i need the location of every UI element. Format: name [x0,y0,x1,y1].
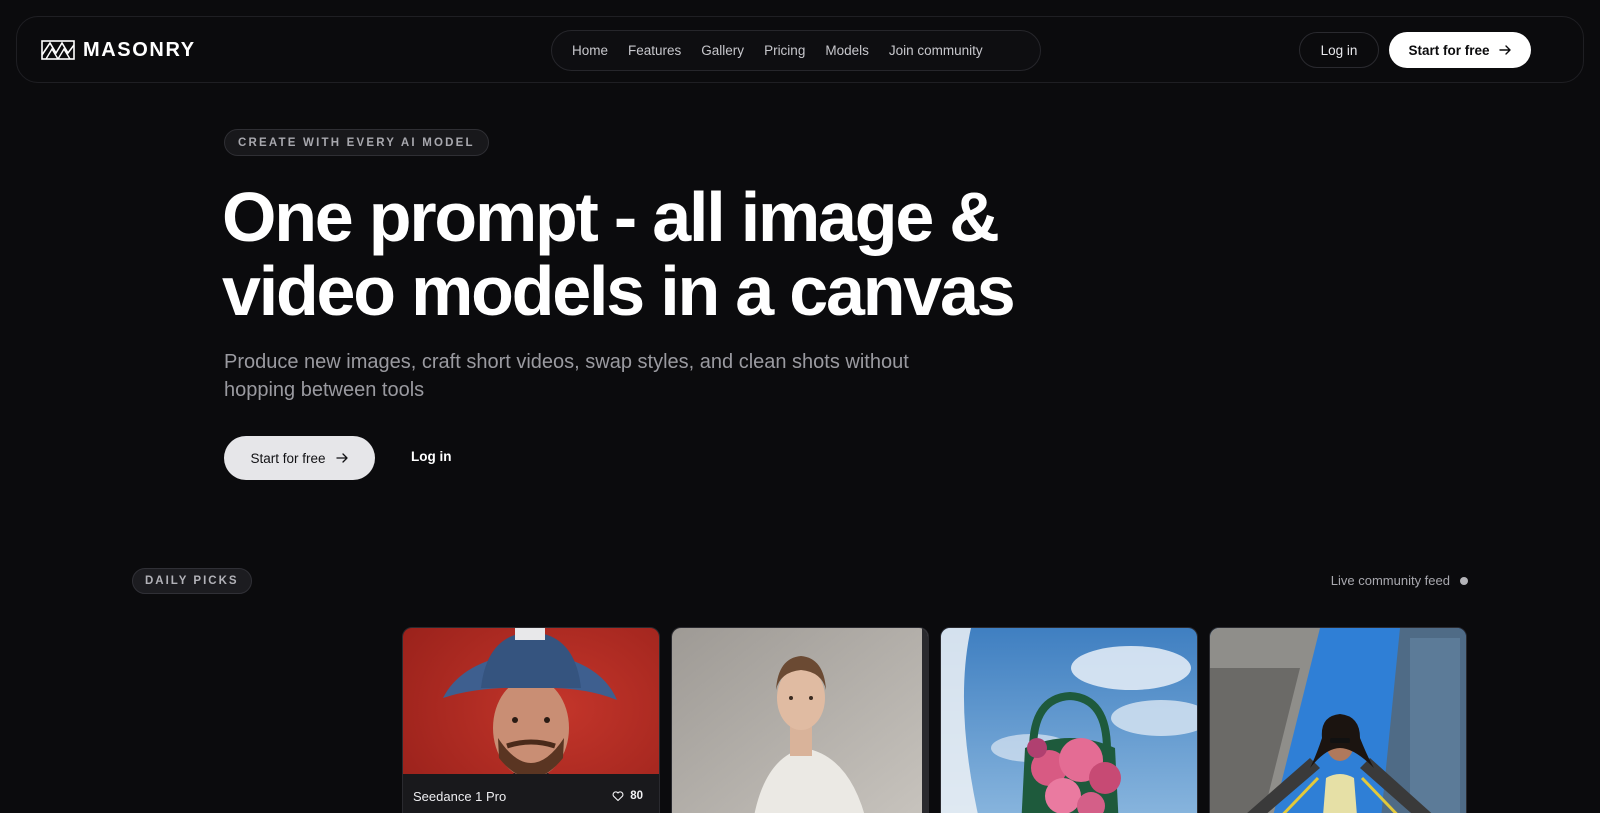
nav-item-pricing[interactable]: Pricing [754,36,815,66]
arrow-right-icon [1498,43,1512,57]
gallery-card-model-name: Seedance 1 Pro [413,788,507,804]
hero-start-for-free-button[interactable]: Start for free [224,436,375,480]
hero-subtitle: Produce new images, craft short videos, … [224,348,984,404]
arrow-right-icon [335,451,349,465]
masonry-logo-icon [41,40,75,60]
start-for-free-label: Start for free [1408,42,1490,58]
like-button[interactable]: 80 [612,790,643,802]
hero-title-line-1: One prompt - all image & [222,178,1000,256]
nav-item-features[interactable]: Features [618,36,691,66]
nav-item-models[interactable]: Models [815,36,879,66]
gallery-image-escalator-street-style [1210,628,1466,813]
like-count: 80 [630,790,643,802]
live-feed-label: Live community feed [1330,573,1450,588]
hero-subtitle-line-2: hopping between tools [224,379,425,401]
nav-item-home[interactable]: Home [562,36,618,66]
top-navbar: MASONRY Home Features Gallery Pricing Mo… [16,16,1584,83]
daily-picks-badge: DAILY PICKS [132,568,252,594]
main-nav: Home Features Gallery Pricing Models Joi… [551,30,1041,71]
hero-login-link[interactable]: Log in [411,449,452,464]
gallery-card[interactable] [1209,627,1467,813]
gallery-image-flower-bag-sky [941,628,1197,813]
gallery-card[interactable]: Seedance 1 Pro 80 [402,627,660,813]
hero-title: One prompt - all image & video models in… [222,180,1042,328]
hero-subtitle-line-1: Produce new images, craft short videos, … [224,351,909,373]
brand-name: MASONRY [83,38,196,61]
live-dot-icon [1460,576,1468,585]
login-button[interactable]: Log in [1299,32,1379,68]
gallery-card[interactable] [671,627,929,813]
hero-title-line-2: video models in a canvas [222,252,1016,330]
nav-item-join-community[interactable]: Join community [879,36,993,66]
hero-eyebrow-badge: CREATE WITH EVERY AI MODEL [224,129,489,156]
live-feed-status: Live community feed [1331,573,1468,588]
brand-logo[interactable]: MASONRY [41,38,196,62]
nav-item-gallery[interactable]: Gallery [691,36,754,66]
start-for-free-button[interactable]: Start for free [1389,32,1531,68]
gallery-card-caption: Seedance 1 Pro 80 [403,774,659,813]
hero-start-label: Start for free [250,450,326,466]
heart-icon [612,790,624,802]
gallery-card[interactable] [940,627,1198,813]
gallery-image-portrait-woman-white [672,628,928,813]
